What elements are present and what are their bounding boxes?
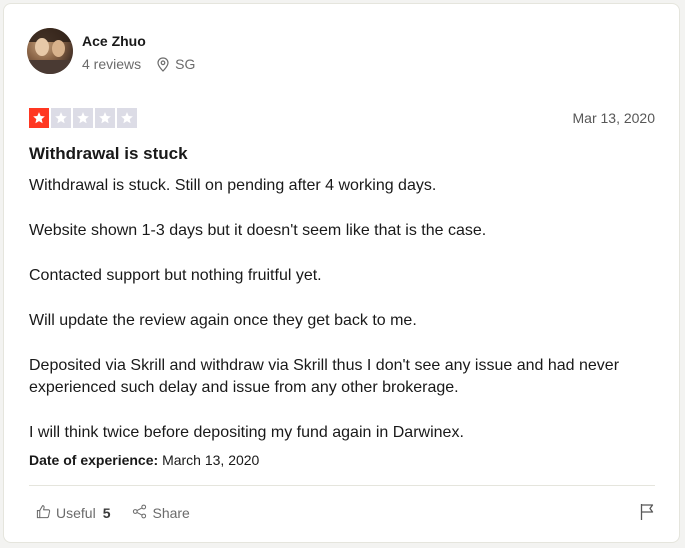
share-icon [132, 504, 147, 522]
star-icon-empty [117, 108, 137, 128]
review-paragraph: Website shown 1-3 days but it doesn't se… [29, 222, 487, 239]
review-body: Withdrawal is stuck. Still on pending af… [29, 175, 659, 444]
review-paragraph: Withdrawal is stuck. Still on pending af… [29, 177, 437, 194]
star-icon-empty [95, 108, 115, 128]
avatar[interactable] [27, 28, 73, 74]
star-icon-filled [29, 108, 49, 128]
date-of-experience-value: March 13, 2020 [162, 452, 260, 468]
share-label: Share [152, 505, 190, 521]
reviewer-location: SG [175, 56, 196, 72]
date-of-experience-label: Date of experience: [29, 452, 159, 468]
review-count: 4 reviews [82, 56, 142, 72]
useful-button[interactable]: Useful 5 [36, 504, 110, 522]
review-paragraph: Will update the review again once they g… [29, 312, 417, 329]
star-icon-empty [51, 108, 71, 128]
review-title[interactable]: Withdrawal is stuck [29, 144, 188, 164]
useful-count: 5 [102, 505, 111, 521]
star-icon-empty [73, 108, 93, 128]
useful-label: Useful [56, 505, 96, 521]
review-paragraph: Deposited via Skrill and withdraw via Sk… [29, 357, 620, 396]
star-rating [29, 108, 137, 128]
review-paragraph: I will think twice before depositing my … [29, 424, 464, 441]
reviewer-meta: 4 reviews SG [82, 56, 195, 72]
review-card: Ace Zhuo 4 reviews SG Mar 13, 2020 Withd… [3, 3, 680, 543]
review-paragraph: Contacted support but nothing fruitful y… [29, 267, 322, 284]
date-of-experience: Date of experience: March 13, 2020 [29, 452, 259, 468]
review-date: Mar 13, 2020 [572, 110, 656, 126]
flag-icon[interactable] [639, 503, 655, 526]
share-button[interactable]: Share [132, 504, 190, 522]
reviewer-name[interactable]: Ace Zhuo [82, 33, 146, 49]
thumbs-up-icon [36, 504, 51, 522]
location-pin-icon [157, 56, 169, 72]
review-actions: Useful 5 Share [36, 504, 212, 522]
divider [29, 485, 655, 486]
